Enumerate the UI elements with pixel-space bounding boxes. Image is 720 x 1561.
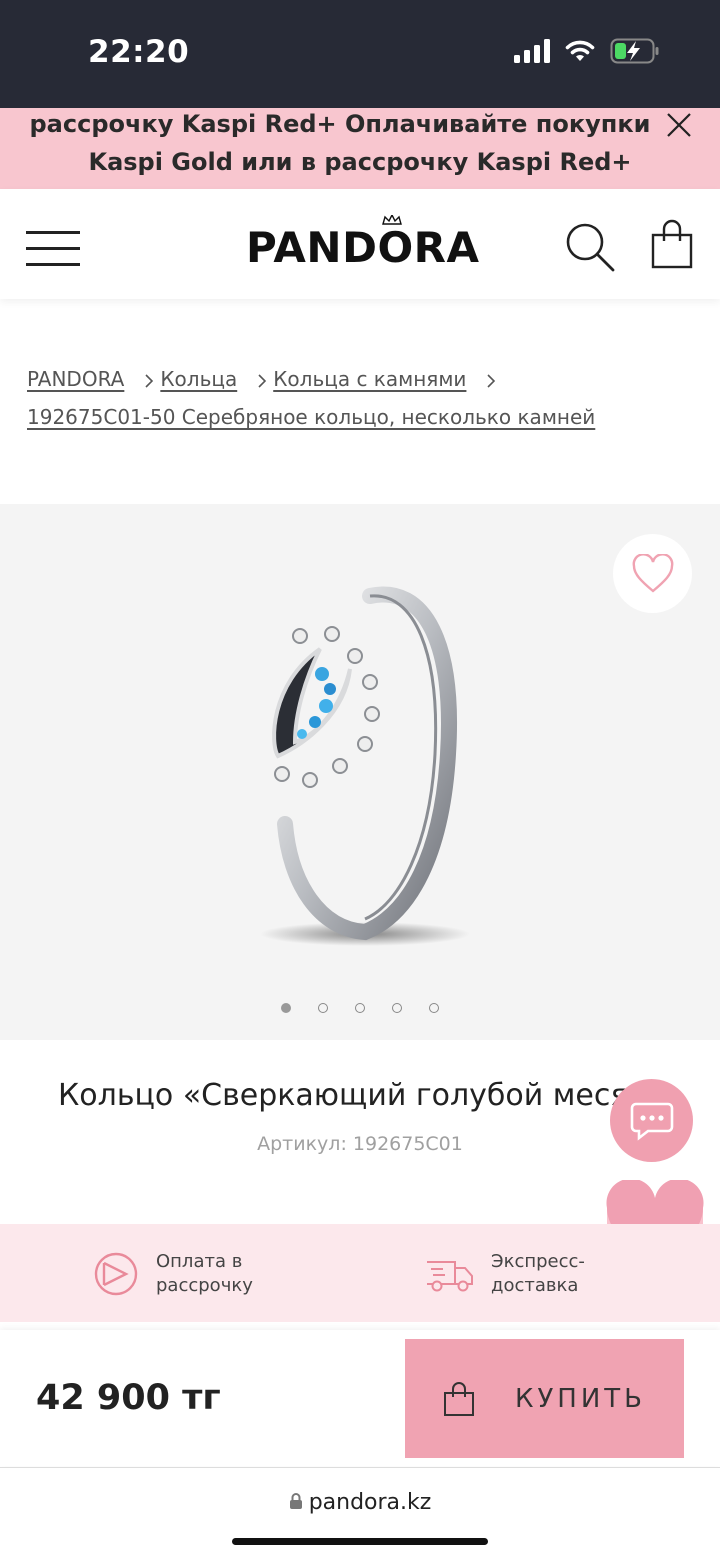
buy-button-label: КУПИТЬ [514,1383,647,1414]
promo-banner: рассрочку Kaspi Red+ Оплачивайте покупки… [0,108,720,189]
logo-text: PANDORA [246,223,480,272]
product-ring-image [260,586,470,946]
chevron-right-icon [487,373,496,388]
pagination-dot[interactable] [281,1003,291,1013]
status-bar: 22:20 [0,0,720,108]
delivery-truck-icon [427,1261,473,1292]
menu-bar-top [26,231,80,234]
menu-button[interactable] [26,229,82,269]
battery-charging-icon [610,38,659,64]
promo-close-icon[interactable] [664,110,694,140]
chevron-right-icon [258,373,267,388]
product-price: 42 900 тг [36,1378,221,1418]
chat-bubble-icon [630,1102,673,1141]
breadcrumb: PANDORA Кольца Кольца с камнями 192675C01-… [27,360,707,436]
benefits-strip: Оплата в рассрочку Экспресс- доставка [0,1224,720,1322]
url-display[interactable]: pandora.kz [0,1490,720,1515]
add-to-wishlist-button[interactable] [613,534,692,613]
status-icons [514,38,660,64]
buy-bar: 42 900 тг КУПИТЬ [0,1330,720,1466]
pagination-dot[interactable] [429,1003,439,1013]
gallery-pagination [281,1003,439,1013]
signal-icon [514,39,550,63]
lock-icon [289,1493,302,1509]
benefit-installment-line-1: Оплата в [156,1251,243,1272]
benefit-delivery-line-2: доставка [491,1275,579,1296]
benefit-delivery-line-1: Экспресс- [491,1251,585,1272]
home-indicator[interactable] [232,1538,488,1545]
benefit-installment[interactable]: Оплата в рассрочку [92,1250,253,1298]
buy-button[interactable]: КУПИТЬ [405,1339,684,1458]
pagination-dot[interactable] [355,1003,365,1013]
logo-crown-icon [382,215,402,225]
menu-bar-bottom [26,263,80,266]
promo-text-line-2: Kaspi Gold или в рассрочку Kaspi Red+ [88,148,632,176]
benefit-delivery[interactable]: Экспресс- доставка [425,1250,585,1298]
pandora-logo[interactable]: PANDORA [246,215,480,273]
promo-text-line-1: рассрочку Kaspi Red+ Оплачивайте покупки [29,110,651,138]
status-time: 22:20 [88,34,190,70]
url-text: pandora.kz [308,1490,432,1515]
installment-icon [94,1252,138,1296]
site-header: PANDORA [0,189,720,299]
product-title: Кольцо «Сверкающий голубой меся [58,1078,629,1113]
breadcrumb-link-stone-rings[interactable]: Кольца с камнями [273,367,466,391]
heart-outline-icon [632,553,673,593]
benefit-installment-line-2: рассрочку [156,1275,253,1296]
chevron-right-icon [145,373,154,388]
chat-button[interactable] [610,1079,693,1162]
shopping-bag-icon [443,1381,474,1416]
menu-bar-middle [26,247,80,250]
search-icon[interactable] [564,221,616,273]
shopping-bag-icon[interactable] [650,219,694,269]
browser-url-bar[interactable]: pandora.kz [0,1467,720,1561]
breadcrumb-link-current-product[interactable]: 192675C01-50 Серебряное кольцо, нескольк… [27,405,595,429]
wifi-icon [565,40,595,61]
pagination-dot[interactable] [318,1003,328,1013]
product-gallery[interactable] [0,504,720,1040]
breadcrumb-link-rings[interactable]: Кольца [160,367,237,391]
pagination-dot[interactable] [392,1003,402,1013]
product-sku: Артикул: 192675C01 [257,1133,463,1155]
breadcrumb-link-home[interactable]: PANDORA [27,367,124,391]
